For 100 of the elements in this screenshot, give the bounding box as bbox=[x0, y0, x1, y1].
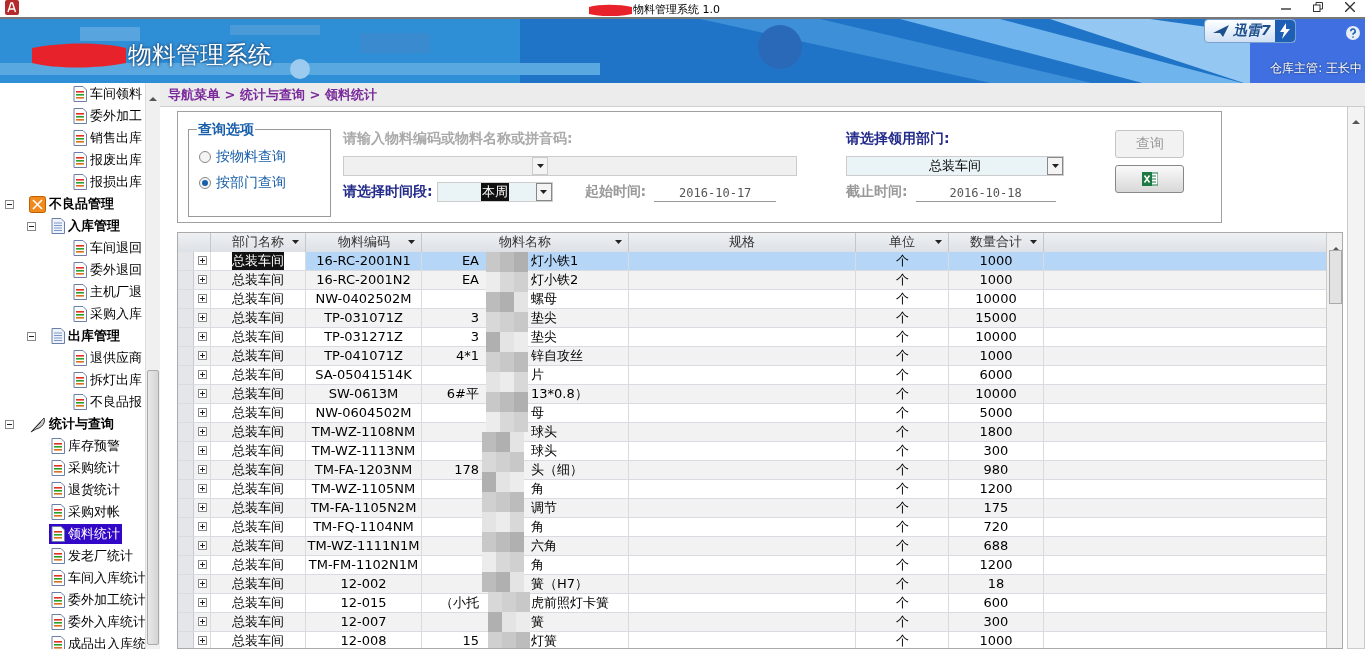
table-cell: 头（细） bbox=[531, 460, 583, 479]
sidebar-group[interactable]: 统计与查询 bbox=[27, 414, 116, 434]
table-cell: 个 bbox=[856, 612, 949, 631]
sidebar-item[interactable]: 委外入库统计 bbox=[49, 612, 145, 632]
sidebar-item[interactable]: 采购统计 bbox=[49, 458, 122, 478]
document-icon bbox=[73, 262, 87, 278]
sidebar-group[interactable]: 入库管理 bbox=[49, 216, 122, 236]
sidebar-item[interactable]: 委外加工统计 bbox=[49, 590, 145, 610]
expand-icon[interactable] bbox=[197, 465, 207, 475]
sidebar-item[interactable]: 拆灯出库 bbox=[71, 370, 144, 390]
sidebar-item[interactable]: 采购入库 bbox=[71, 304, 144, 324]
sidebar-item[interactable]: 退货统计 bbox=[49, 480, 122, 500]
sidebar-item[interactable]: 车间退回 bbox=[71, 238, 144, 258]
collapse-icon[interactable] bbox=[27, 221, 36, 231]
table-cell: 个 bbox=[856, 460, 949, 479]
expand-icon[interactable] bbox=[197, 522, 207, 532]
end-date-field[interactable]: 2016-10-18 bbox=[915, 182, 1056, 202]
export-button[interactable] bbox=[1115, 165, 1184, 193]
restore-icon[interactable] bbox=[1313, 2, 1323, 12]
sidebar-item[interactable]: 销售出库 bbox=[71, 128, 144, 148]
table-cell: 178 bbox=[454, 462, 479, 478]
collapse-icon[interactable] bbox=[27, 331, 36, 341]
expand-icon[interactable] bbox=[197, 370, 207, 380]
sidebar-item[interactable]: 车间领料 bbox=[71, 84, 144, 104]
table-cell: 10000 bbox=[949, 289, 1044, 308]
table-cell: 12-007 bbox=[306, 612, 422, 631]
column-header[interactable]: 物料编码 bbox=[306, 232, 422, 252]
download-widget[interactable]: 迅雷7 bbox=[1204, 19, 1296, 43]
table-cell: 总装车间 bbox=[232, 631, 284, 648]
expand-icon[interactable] bbox=[197, 408, 207, 418]
sidebar-group[interactable]: 不良品管理 bbox=[27, 194, 116, 214]
column-header[interactable]: 物料名称 bbox=[422, 232, 629, 252]
radio-option[interactable]: 按物料查询 bbox=[199, 148, 330, 166]
expand-icon[interactable] bbox=[197, 294, 207, 304]
table-cell: 螺母 bbox=[531, 289, 557, 308]
document-icon bbox=[51, 592, 65, 608]
radio-button[interactable] bbox=[199, 151, 211, 163]
table-cell: 总装车间 bbox=[232, 308, 284, 327]
sidebar-item[interactable]: 车间入库统计 bbox=[49, 568, 145, 588]
column-header[interactable]: 规格 bbox=[629, 232, 856, 252]
sidebar-item[interactable]: 库存预警 bbox=[49, 436, 122, 456]
department-dropdown[interactable]: 总装车间 bbox=[846, 156, 1064, 176]
expand-icon[interactable] bbox=[197, 484, 207, 494]
expand-icon[interactable] bbox=[197, 598, 207, 608]
expand-icon[interactable] bbox=[197, 579, 207, 589]
expand-icon[interactable] bbox=[197, 541, 207, 551]
scrollbar[interactable] bbox=[145, 83, 160, 649]
scroll-thumb[interactable] bbox=[1329, 249, 1342, 304]
column-header[interactable]: 数量合计 bbox=[949, 232, 1044, 252]
start-date-field[interactable]: 2016-10-17 bbox=[654, 182, 777, 202]
sidebar-item[interactable]: 发老厂统计 bbox=[49, 546, 135, 566]
sidebar-item[interactable]: 退供应商 bbox=[71, 348, 144, 368]
sidebar-item[interactable]: 领料统计 bbox=[49, 524, 122, 544]
collapse-icon[interactable] bbox=[5, 419, 14, 429]
document-icon bbox=[51, 570, 65, 586]
sidebar-item[interactable]: 报废出库 bbox=[71, 150, 144, 170]
sidebar-item[interactable]: 主机厂退 bbox=[71, 282, 144, 302]
scroll-thumb[interactable] bbox=[147, 370, 159, 645]
expand-icon[interactable] bbox=[197, 560, 207, 570]
table-cell: 175 bbox=[949, 498, 1044, 517]
table-cell: 个 bbox=[856, 422, 949, 441]
table-cell: 灯小铁2 bbox=[531, 270, 579, 289]
table-cell: TM-FM-1102N1M bbox=[306, 555, 422, 574]
expand-icon[interactable] bbox=[197, 275, 207, 285]
radio-option[interactable]: 按部门查询 bbox=[199, 174, 330, 192]
sidebar-item[interactable]: 不良品报 bbox=[71, 392, 144, 412]
expand-icon[interactable] bbox=[197, 313, 207, 323]
table-cell: TM-FA-1203NM bbox=[306, 460, 422, 479]
table-cell: 个 bbox=[856, 593, 949, 612]
sidebar-item[interactable]: 报损出库 bbox=[71, 172, 144, 192]
close-icon[interactable] bbox=[1345, 2, 1355, 12]
column-header[interactable]: 部门名称 bbox=[211, 232, 306, 252]
expand-icon[interactable] bbox=[197, 446, 207, 456]
expand-icon[interactable] bbox=[197, 636, 207, 646]
sidebar-item[interactable]: 委外退回 bbox=[71, 260, 144, 280]
table-cell: 球头 bbox=[531, 422, 557, 441]
expand-icon[interactable] bbox=[197, 503, 207, 513]
sidebar-item[interactable]: 委外加工 bbox=[71, 106, 144, 126]
document-icon bbox=[73, 130, 87, 146]
column-header[interactable]: 单位 bbox=[856, 232, 949, 252]
scrollbar[interactable] bbox=[1347, 106, 1365, 649]
scrollbar[interactable] bbox=[1326, 232, 1342, 648]
table-cell: 总装车间 bbox=[232, 555, 284, 574]
expand-icon[interactable] bbox=[197, 389, 207, 399]
collapse-icon[interactable] bbox=[5, 199, 14, 209]
sidebar-item[interactable]: 采购对帐 bbox=[49, 502, 122, 522]
expand-icon[interactable] bbox=[197, 256, 207, 266]
expand-icon[interactable] bbox=[197, 332, 207, 342]
radio-button[interactable] bbox=[199, 177, 211, 189]
filter-arrow-icon bbox=[408, 239, 415, 244]
expand-icon[interactable] bbox=[197, 427, 207, 437]
table-cell: 垫尖 bbox=[531, 327, 557, 346]
document-icon bbox=[51, 548, 65, 564]
table-cell: 6000 bbox=[949, 365, 1044, 384]
expand-icon[interactable] bbox=[197, 617, 207, 627]
table-cell: TP-031271Z bbox=[306, 327, 422, 346]
period-dropdown[interactable]: 本周 bbox=[436, 182, 553, 202]
expand-icon[interactable] bbox=[197, 351, 207, 361]
table-cell: 720 bbox=[949, 517, 1044, 536]
sidebar-group[interactable]: 出库管理 bbox=[49, 326, 122, 346]
